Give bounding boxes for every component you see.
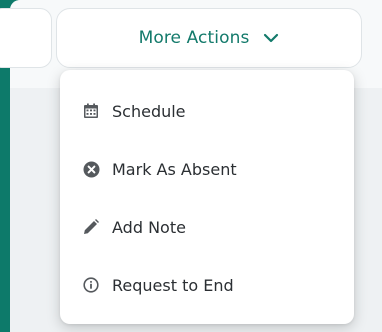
more-actions-button[interactable]: More Actions	[56, 8, 362, 68]
menu-item-label: Schedule	[112, 101, 186, 121]
chevron-down-icon	[263, 30, 279, 46]
menu-item-add-note[interactable]: Add Note	[60, 198, 354, 256]
menu-item-schedule[interactable]: Schedule	[60, 82, 354, 140]
info-icon	[82, 276, 100, 294]
menu-item-mark-as-absent[interactable]: Mark As Absent	[60, 140, 354, 198]
more-actions-label: More Actions	[138, 28, 250, 48]
previous-action-card[interactable]	[0, 8, 52, 68]
calendar-icon	[82, 102, 100, 120]
close-circle-icon	[82, 160, 100, 178]
menu-item-label: Mark As Absent	[112, 159, 237, 179]
menu-item-request-to-end[interactable]: Request to End	[60, 256, 354, 314]
menu-item-label: Add Note	[112, 217, 186, 237]
pencil-icon	[82, 218, 100, 236]
more-actions-menu: Schedule Mark As Absent Add Note Request…	[60, 70, 354, 324]
menu-item-label: Request to End	[112, 275, 234, 295]
